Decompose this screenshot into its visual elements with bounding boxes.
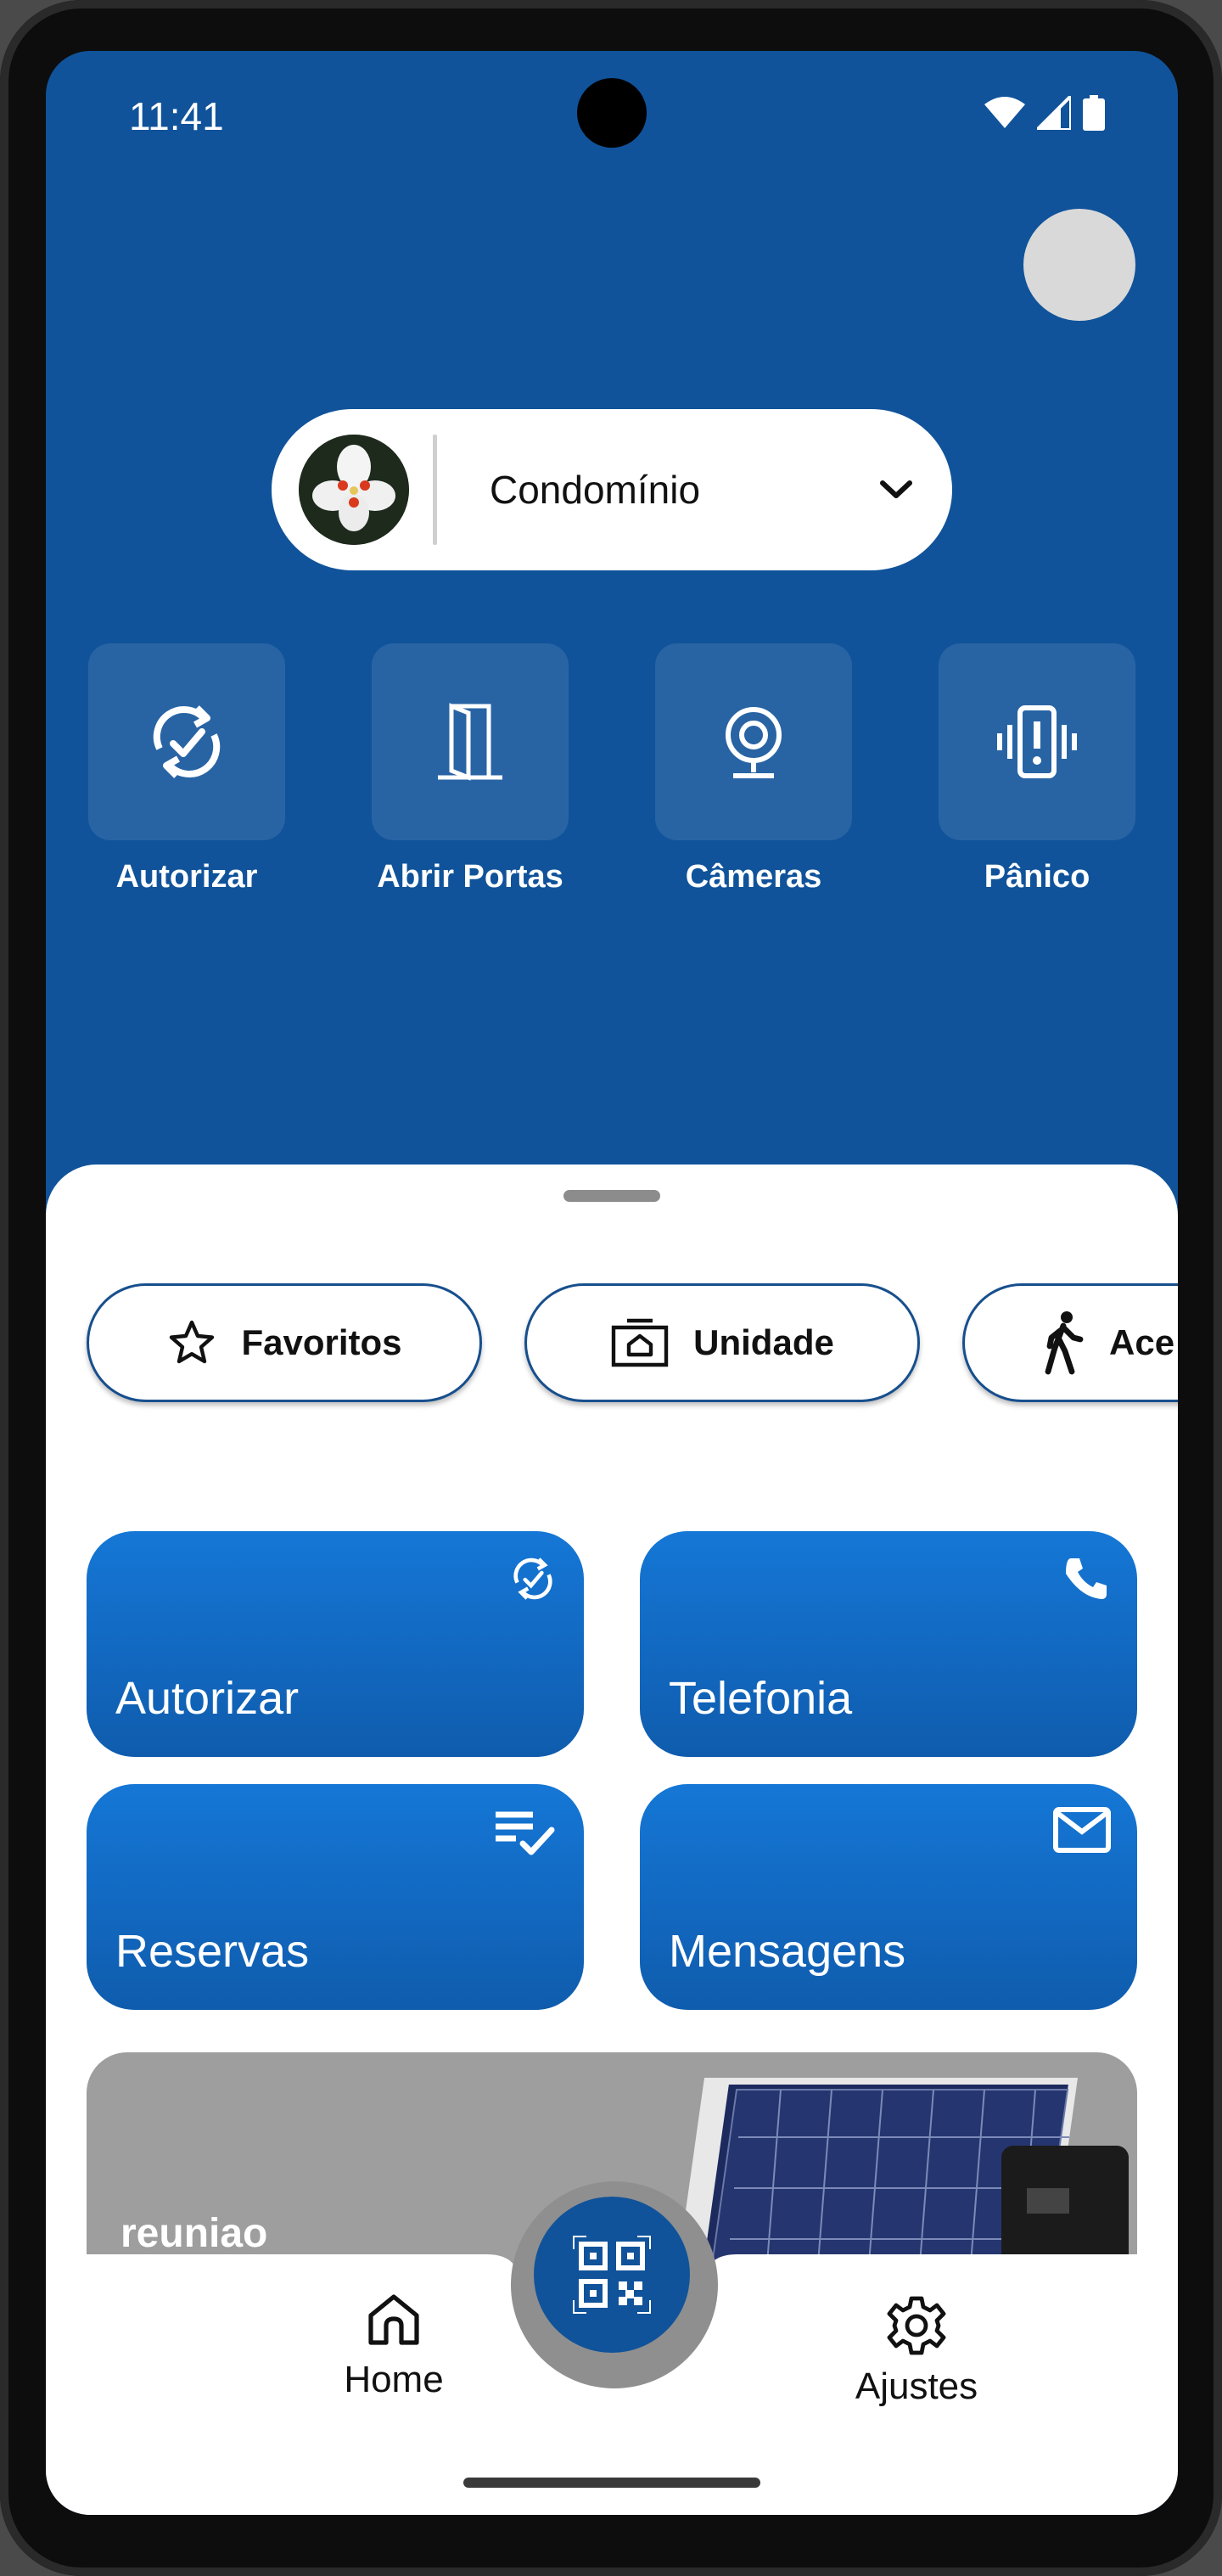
card-reservas[interactable]: Reservas — [87, 1784, 584, 2010]
chip-favoritos[interactable]: Favoritos — [87, 1283, 482, 1402]
card-telefonia[interactable]: Telefonia — [640, 1531, 1137, 1757]
bottom-sheet: Favoritos Unidade Ace Autorizar Telefoni… — [46, 1165, 1178, 2515]
quick-action-abrir-portas[interactable]: Abrir Portas — [370, 643, 570, 895]
quick-action-autorizar[interactable]: Autorizar — [87, 643, 287, 895]
nav-home-label: Home — [344, 2359, 444, 2400]
battery-icon — [1083, 95, 1105, 131]
gear-icon — [887, 2296, 946, 2355]
status-time: 11:41 — [129, 94, 224, 138]
checklist-icon — [496, 1811, 555, 1855]
wifi-icon — [984, 97, 1025, 128]
profile-avatar[interactable] — [1023, 209, 1135, 321]
card-mensagens[interactable]: Mensagens — [640, 1784, 1137, 2010]
quick-tile — [939, 643, 1135, 840]
qr-scan-button[interactable] — [534, 2197, 690, 2353]
condo-label: Condomínio — [490, 468, 701, 512]
chip-acessos[interactable]: Ace — [962, 1283, 1178, 1402]
chip-label: Favoritos — [241, 1322, 402, 1362]
card-label: Reservas — [115, 1926, 310, 1977]
condo-divider — [433, 435, 437, 545]
chip-label: Ace — [1109, 1322, 1175, 1362]
sheet-drag-handle[interactable] — [563, 1190, 660, 1202]
panic-vibrate-icon — [997, 705, 1077, 778]
nav-settings-label: Ajustes — [855, 2366, 978, 2407]
chip-label: Unidade — [693, 1322, 834, 1362]
quick-tile — [372, 643, 569, 840]
home-indicator[interactable] — [463, 2478, 760, 2488]
mail-icon — [1053, 1807, 1111, 1853]
banner-title: reuniao — [121, 2211, 268, 2256]
star-icon — [170, 1320, 215, 1364]
sync-check-icon — [513, 1557, 552, 1600]
walking-person-icon — [1045, 1311, 1084, 1375]
card-label: Telefonia — [669, 1673, 853, 1724]
quick-label: Abrir Portas — [377, 859, 563, 895]
card-label: Autorizar — [115, 1673, 300, 1724]
card-autorizar[interactable]: Autorizar — [87, 1531, 584, 1757]
status-icons — [984, 95, 1105, 131]
condo-selector[interactable]: Condomínio — [272, 409, 952, 570]
phone-icon — [1066, 1558, 1107, 1599]
chevron-down-icon — [880, 480, 912, 498]
nav-settings[interactable]: Ajustes — [815, 2295, 1018, 2408]
app-screen: 11:41 Condomínio Autorizar Abrir Portas … — [46, 51, 1178, 2515]
home-photo-icon — [611, 1318, 669, 1367]
qr-code-icon — [573, 2236, 651, 2314]
chip-unidade[interactable]: Unidade — [524, 1283, 920, 1402]
signal-icon — [1037, 96, 1071, 130]
quick-action-panico[interactable]: Pânico — [937, 643, 1137, 895]
home-icon — [368, 2294, 419, 2345]
camera-icon — [726, 707, 782, 778]
door-icon — [438, 703, 502, 781]
bottom-navigation: Home Ajustes — [46, 2181, 1178, 2515]
quick-label: Câmeras — [685, 859, 822, 895]
card-label: Mensagens — [669, 1926, 906, 1977]
quick-label: Pânico — [984, 859, 1090, 895]
nav-home[interactable]: Home — [292, 2290, 496, 2401]
front-camera — [577, 78, 647, 148]
quick-label: Autorizar — [115, 859, 258, 895]
quick-tile — [655, 643, 852, 840]
condo-photo — [299, 435, 409, 545]
quick-tile — [88, 643, 285, 840]
quick-action-cameras[interactable]: Câmeras — [653, 643, 854, 895]
sync-check-icon — [153, 705, 221, 778]
